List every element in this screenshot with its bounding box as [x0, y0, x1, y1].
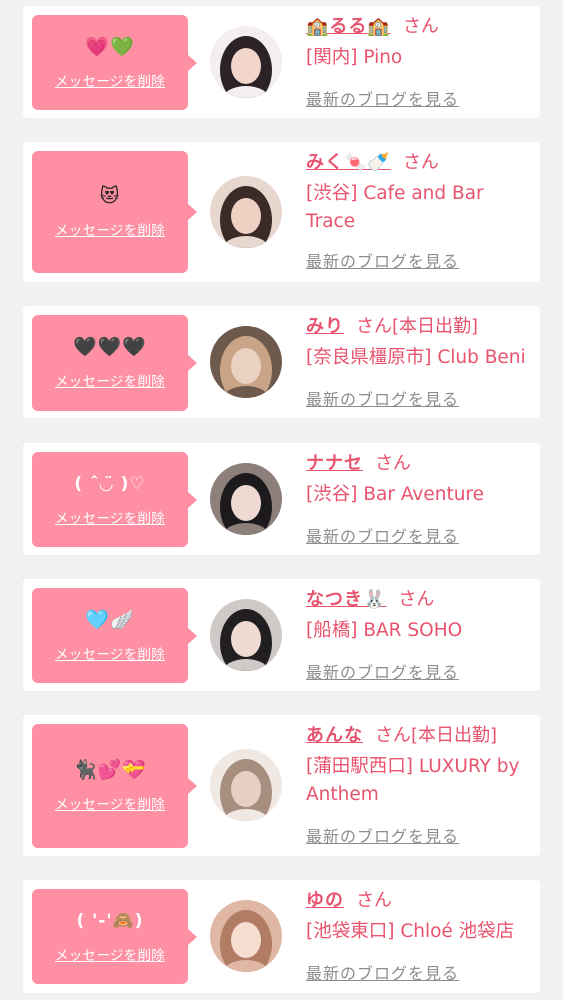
cast-avatar[interactable]	[210, 599, 282, 671]
latest-blog-link[interactable]: 最新のブログを見る	[306, 86, 459, 110]
latest-blog-link[interactable]: 最新のブログを見る	[306, 659, 459, 683]
message-bubble: 🩵🪽 メッセージを削除	[32, 588, 197, 683]
name-line: ナナセ さん	[306, 451, 536, 479]
shop-name: [渋谷] Cafe and Bar Trace	[306, 183, 484, 232]
delete-message-link[interactable]: メッセージを削除	[55, 370, 165, 390]
attendance-badge: [本日出勤]	[392, 316, 479, 337]
honorific: さん	[356, 316, 392, 337]
message-bubble: ( ˆ◡̈ )♡ メッセージを削除	[32, 452, 197, 547]
latest-blog-link[interactable]: 最新のブログを見る	[306, 823, 459, 847]
cast-info: みく🍬🍼 さん [渋谷] Cafe and Bar Trace	[306, 150, 536, 236]
cast-info: なつき🐰 さん [船橋] BAR SOHO	[306, 587, 536, 645]
shop-name: [関内] Pino	[306, 47, 403, 68]
message-text: 🖤🖤🖤	[73, 336, 147, 358]
message-card: 💗💚 メッセージを削除 🏫るる🏫 さん [関内] Pino 最新のブログを見る	[23, 6, 540, 118]
delete-message-link[interactable]: メッセージを削除	[55, 944, 165, 964]
cast-info: あんな さん[本日出勤] [蒲田駅西口] LUXURY by Anthem	[306, 723, 536, 809]
message-bubble: 💗💚 メッセージを削除	[32, 15, 197, 110]
delete-message-link[interactable]: メッセージを削除	[55, 643, 165, 663]
delete-message-link[interactable]: メッセージを削除	[55, 70, 165, 90]
message-text: 😻	[99, 185, 121, 207]
honorific: さん	[356, 890, 392, 911]
message-bubble: 😻 メッセージを削除	[32, 151, 197, 273]
latest-blog-link[interactable]: 最新のブログを見る	[306, 960, 459, 984]
shop-name: [渋谷] Bar Aventure	[306, 484, 485, 505]
shop-name: [蒲田駅西口] LUXURY by Anthem	[306, 756, 520, 805]
name-line: みり さん[本日出勤]	[306, 314, 536, 342]
cast-name-link[interactable]: みり	[306, 316, 344, 337]
name-line: 🏫るる🏫 さん	[306, 14, 536, 42]
cast-info: ナナセ さん [渋谷] Bar Aventure	[306, 451, 536, 509]
message-card: 🐈‍⬛💕💝 メッセージを削除 あんな さん[本日出勤] [蒲田駅西口] LUXURY b…	[23, 715, 540, 856]
cast-avatar[interactable]	[210, 176, 282, 248]
name-line: なつき🐰 さん	[306, 587, 536, 615]
message-text: ( '-'🙈)	[76, 910, 144, 931]
shop-name: [船橋] BAR SOHO	[306, 620, 463, 641]
latest-blog-link[interactable]: 最新のブログを見る	[306, 248, 459, 272]
cast-name-link[interactable]: 🏫るる🏫	[306, 16, 391, 37]
message-card: ( ˆ◡̈ )♡ メッセージを削除 ナナセ さん [渋谷] Bar Aventure 最新…	[23, 443, 540, 555]
cast-avatar[interactable]	[210, 900, 282, 972]
cast-name-link[interactable]: みく🍬🍼	[306, 152, 391, 173]
latest-blog-link[interactable]: 最新のブログを見る	[306, 523, 459, 547]
cast-info: ゆの さん [池袋東口] Chloé 池袋店	[306, 888, 536, 946]
honorific: さん	[375, 725, 411, 746]
message-card: 😻 メッセージを削除 みく🍬🍼 さん [渋谷] Cafe and Bar Trace 最新…	[23, 142, 540, 282]
shop-name: [池袋東口] Chloé 池袋店	[306, 921, 515, 942]
name-line: みく🍬🍼 さん	[306, 150, 536, 178]
delete-message-link[interactable]: メッセージを削除	[55, 219, 165, 239]
cast-name-link[interactable]: ナナセ	[306, 453, 363, 474]
honorific: さん	[375, 453, 411, 474]
message-bubble: 🐈‍⬛💕💝 メッセージを削除	[32, 724, 197, 848]
message-card: 🖤🖤🖤 メッセージを削除 みり さん[本日出勤] [奈良県橿原市] Club Beni 最…	[23, 306, 540, 418]
delete-message-link[interactable]: メッセージを削除	[55, 793, 165, 813]
message-card: ( '-'🙈) メッセージを削除 ゆの さん [池袋東口] Chloé 池袋店 最新のブロ…	[23, 880, 540, 993]
message-text: 🩵🪽	[85, 608, 135, 631]
shop-name: [奈良県橿原市] Club Beni	[306, 347, 526, 368]
favorite-list: 💗💚 メッセージを削除 🏫るる🏫 さん [関内] Pino 最新のブログを見る 😻 メッセージ…	[0, 0, 563, 1000]
message-bubble: 🖤🖤🖤 メッセージを削除	[32, 315, 197, 411]
latest-blog-link[interactable]: 最新のブログを見る	[306, 386, 459, 410]
message-bubble: ( '-'🙈) メッセージを削除	[32, 889, 197, 984]
cast-name-link[interactable]: ゆの	[306, 890, 344, 911]
cast-info: みり さん[本日出勤] [奈良県橿原市] Club Beni	[306, 314, 536, 372]
attendance-badge: [本日出勤]	[411, 725, 498, 746]
honorific: さん	[402, 16, 439, 37]
message-text: 💗💚	[85, 35, 135, 58]
cast-avatar[interactable]	[210, 749, 282, 821]
cast-avatar[interactable]	[210, 463, 282, 535]
honorific: さん	[398, 589, 435, 610]
honorific: さん	[402, 152, 439, 173]
delete-message-link[interactable]: メッセージを削除	[55, 507, 165, 527]
name-line: ゆの さん	[306, 888, 536, 916]
cast-name-link[interactable]: あんな	[306, 725, 363, 746]
message-text: ( ˆ◡̈ )♡	[74, 473, 146, 494]
name-line: あんな さん[本日出勤]	[306, 723, 536, 751]
cast-name-link[interactable]: なつき🐰	[306, 589, 386, 610]
cast-avatar[interactable]	[210, 26, 282, 98]
cast-avatar[interactable]	[210, 326, 282, 398]
cast-info: 🏫るる🏫 さん [関内] Pino	[306, 14, 536, 72]
message-card: 🩵🪽 メッセージを削除 なつき🐰 さん [船橋] BAR SOHO 最新のブログを見る	[23, 579, 540, 691]
message-text: 🐈‍⬛💕💝	[73, 759, 147, 781]
